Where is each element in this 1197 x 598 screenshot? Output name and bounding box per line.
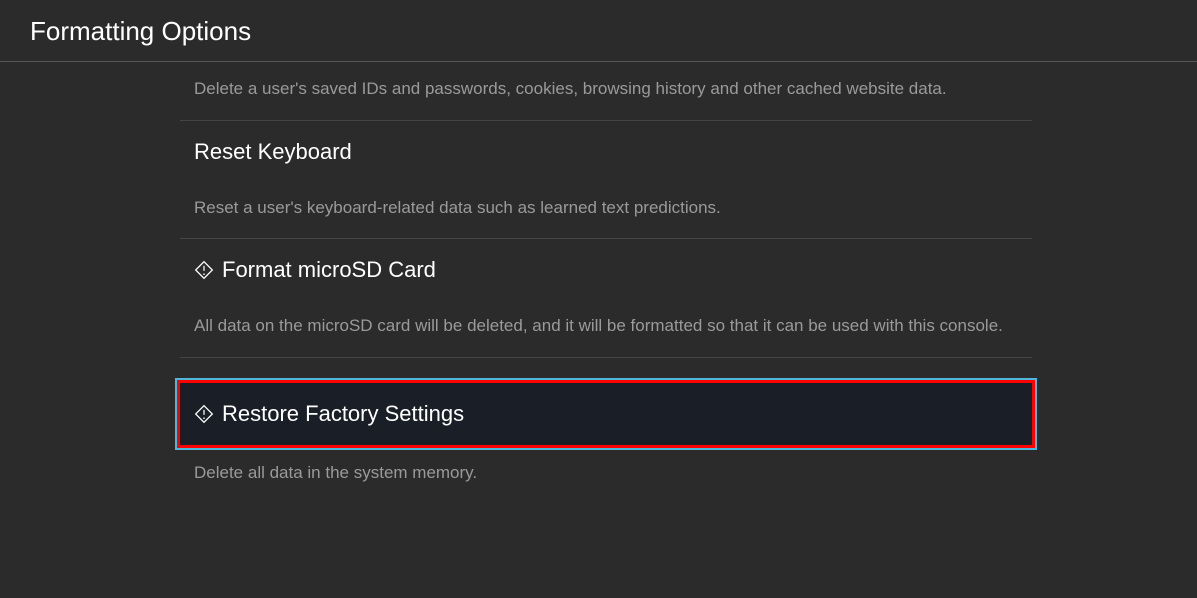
option-title-label: Restore Factory Settings xyxy=(222,401,464,427)
warning-icon xyxy=(194,404,214,424)
option-description-keyboard: Reset a user's keyboard-related data suc… xyxy=(180,183,1032,240)
option-title-label: Reset Keyboard xyxy=(194,139,352,165)
page-header: Formatting Options xyxy=(0,0,1197,62)
option-format-microsd[interactable]: Format microSD Card xyxy=(180,239,1032,301)
option-reset-keyboard[interactable]: Reset Keyboard xyxy=(180,121,1032,183)
option-restore-factory-settings[interactable]: Restore Factory Settings xyxy=(177,380,1035,448)
option-title-label: Format microSD Card xyxy=(222,257,436,283)
page-title: Formatting Options xyxy=(30,16,1167,47)
option-description-factory: Delete all data in the system memory. xyxy=(180,452,1032,504)
option-description-microsd: All data on the microSD card will be del… xyxy=(180,301,1032,358)
options-list: Delete a user's saved IDs and passwords,… xyxy=(180,62,1032,503)
options-content: Delete a user's saved IDs and passwords,… xyxy=(0,62,1197,503)
warning-icon xyxy=(194,260,214,280)
option-description-cache: Delete a user's saved IDs and passwords,… xyxy=(180,62,1032,121)
